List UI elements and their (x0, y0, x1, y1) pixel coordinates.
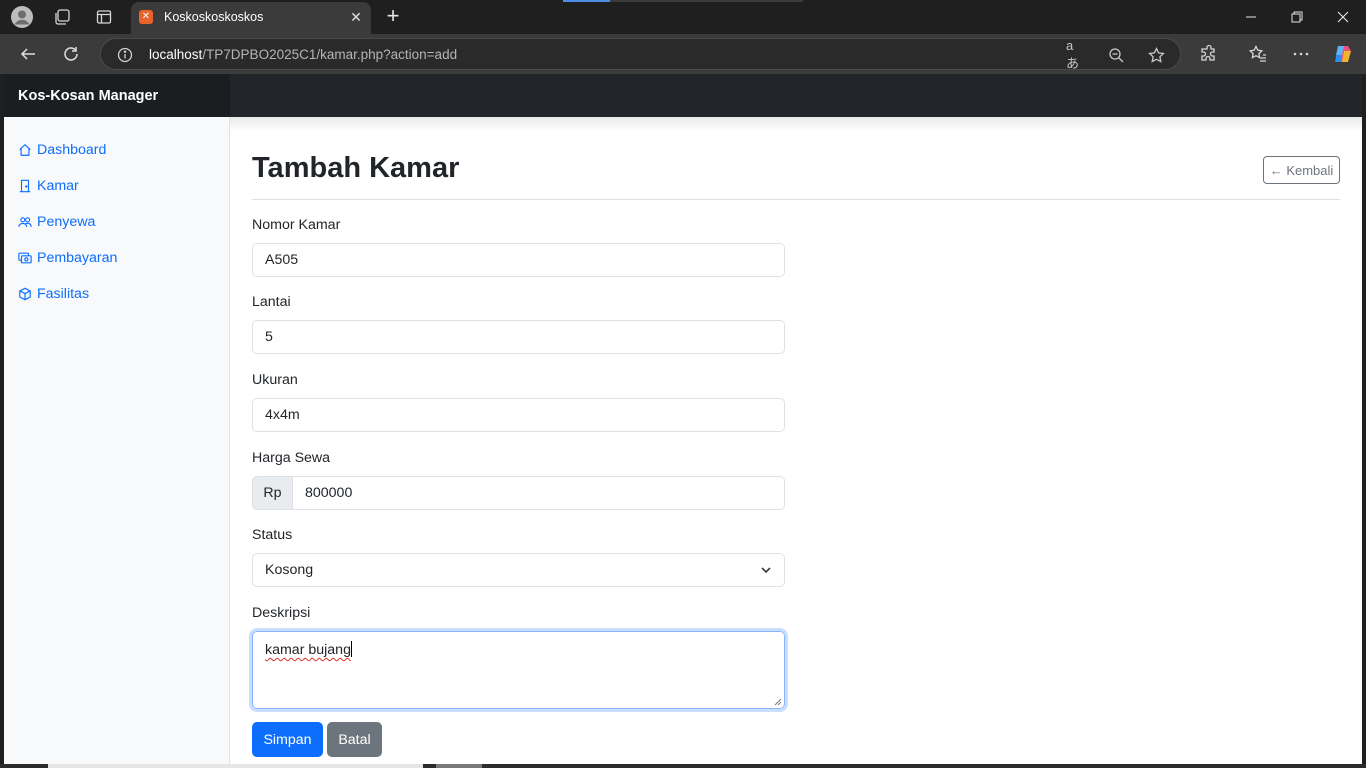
deskripsi-label: Deskripsi (252, 605, 311, 621)
sidebar: Dashboard Kamar Penyewa Pembayaran Fasil… (4, 117, 230, 768)
status-label: Status (252, 527, 293, 543)
sidebar-item-label: Kamar (37, 178, 79, 194)
favorite-star-icon[interactable] (1146, 45, 1166, 65)
workspaces-icon[interactable] (50, 5, 74, 29)
people-icon (18, 217, 32, 227)
sidebar-item-penyewa[interactable]: Penyewa (18, 210, 95, 234)
divider (252, 199, 1340, 200)
more-menu-icon[interactable] (1290, 43, 1312, 65)
ukuran-value: 4x4m (265, 407, 300, 423)
sidebar-item-label: Penyewa (37, 214, 96, 230)
url-host: localhost (149, 47, 203, 62)
deskripsi-value: kamar bujang (265, 642, 351, 658)
ukuran-input[interactable]: 4x4m (252, 398, 785, 432)
resize-handle-icon[interactable] (774, 698, 782, 706)
top-navbar (230, 74, 1362, 117)
address-bar[interactable]: localhost/TP7DPBO2025C1/kamar.php?action… (100, 38, 1181, 71)
site-info-icon[interactable] (116, 46, 134, 64)
sidebar-item-label: Dashboard (37, 142, 107, 158)
extensions-icon[interactable] (1198, 43, 1220, 65)
sidebar-item-dashboard[interactable]: Dashboard (18, 138, 106, 162)
favorites-icon[interactable] (1247, 43, 1269, 65)
status-select[interactable]: Kosong (252, 553, 785, 587)
cash-icon (18, 252, 32, 264)
url-path: /TP7DPBO2025C1/kamar.php?action=add (202, 47, 458, 62)
copilot-icon[interactable] (1332, 43, 1354, 65)
zoom-out-icon[interactable] (1106, 45, 1126, 65)
read-aloud-icon[interactable]: aあ (1066, 38, 1086, 71)
profile-avatar-icon[interactable] (10, 5, 34, 29)
sidebar-item-fasilitas[interactable]: Fasilitas (18, 282, 89, 306)
web-page: Kos-Kosan Manager Dashboard Kamar Penyew… (4, 74, 1362, 768)
brand-text: Kos-Kosan Manager (18, 88, 159, 104)
harga-sewa-value: 800000 (305, 485, 353, 501)
xampp-favicon-icon: ✕ (139, 10, 153, 24)
close-window-icon[interactable] (1320, 0, 1366, 34)
restore-icon[interactable] (1274, 0, 1320, 34)
taskbar-edge (0, 764, 1366, 768)
simpan-button[interactable]: Simpan (252, 722, 323, 757)
sidebar-item-label: Pembayaran (37, 250, 118, 266)
close-tab-icon[interactable]: ✕ (347, 8, 365, 26)
lantai-input[interactable]: 5 (252, 320, 785, 354)
nomor-kamar-input[interactable]: A505 (252, 243, 785, 277)
house-icon (19, 143, 31, 156)
page-title: Tambah Kamar (252, 152, 460, 184)
loading-bar (563, 0, 803, 2)
tab-title: Koskoskoskoskos (164, 10, 264, 24)
navbar-shadow (230, 117, 1362, 131)
door-icon (19, 179, 31, 193)
lantai-value: 5 (265, 329, 273, 345)
nomor-kamar-label: Nomor Kamar (252, 217, 341, 233)
deskripsi-textarea[interactable]: kamar bujang (252, 631, 785, 709)
minimize-icon[interactable] (1228, 0, 1274, 34)
text-caret (350, 641, 352, 657)
new-tab-button[interactable]: + (381, 5, 405, 29)
lantai-label: Lantai (252, 294, 291, 310)
browser-toolbar: localhost/TP7DPBO2025C1/kamar.php?action… (0, 34, 1366, 74)
currency-prefix: Rp (252, 476, 293, 510)
harga-sewa-label: Harga Sewa (252, 450, 331, 466)
ukuran-label: Ukuran (252, 372, 298, 388)
reload-icon[interactable] (58, 42, 84, 66)
back-arrow-icon[interactable] (15, 42, 41, 66)
harga-sewa-group: Rp 800000 (252, 476, 785, 510)
box-icon (19, 287, 31, 301)
chevron-down-icon (761, 567, 771, 574)
sidebar-item-kamar[interactable]: Kamar (18, 174, 79, 198)
nomor-kamar-value: A505 (265, 252, 299, 268)
sidebar-item-pembayaran[interactable]: Pembayaran (18, 246, 117, 270)
url-text[interactable]: localhost/TP7DPBO2025C1/kamar.php?action… (149, 47, 457, 62)
navbar-brand[interactable]: Kos-Kosan Manager (4, 74, 230, 117)
batal-button[interactable]: Batal (327, 722, 382, 757)
tab-actions-icon[interactable] (92, 5, 116, 29)
back-button[interactable]: ← Kembali (1263, 156, 1340, 184)
sidebar-item-label: Fasilitas (37, 286, 90, 302)
browser-tab-bar: ✕ Koskoskoskoskos ✕ + (0, 0, 1366, 34)
browser-tab-active[interactable]: ✕ Koskoskoskoskos ✕ (131, 2, 371, 34)
status-selected-value: Kosong (265, 562, 314, 578)
harga-sewa-input[interactable]: 800000 (292, 476, 785, 510)
